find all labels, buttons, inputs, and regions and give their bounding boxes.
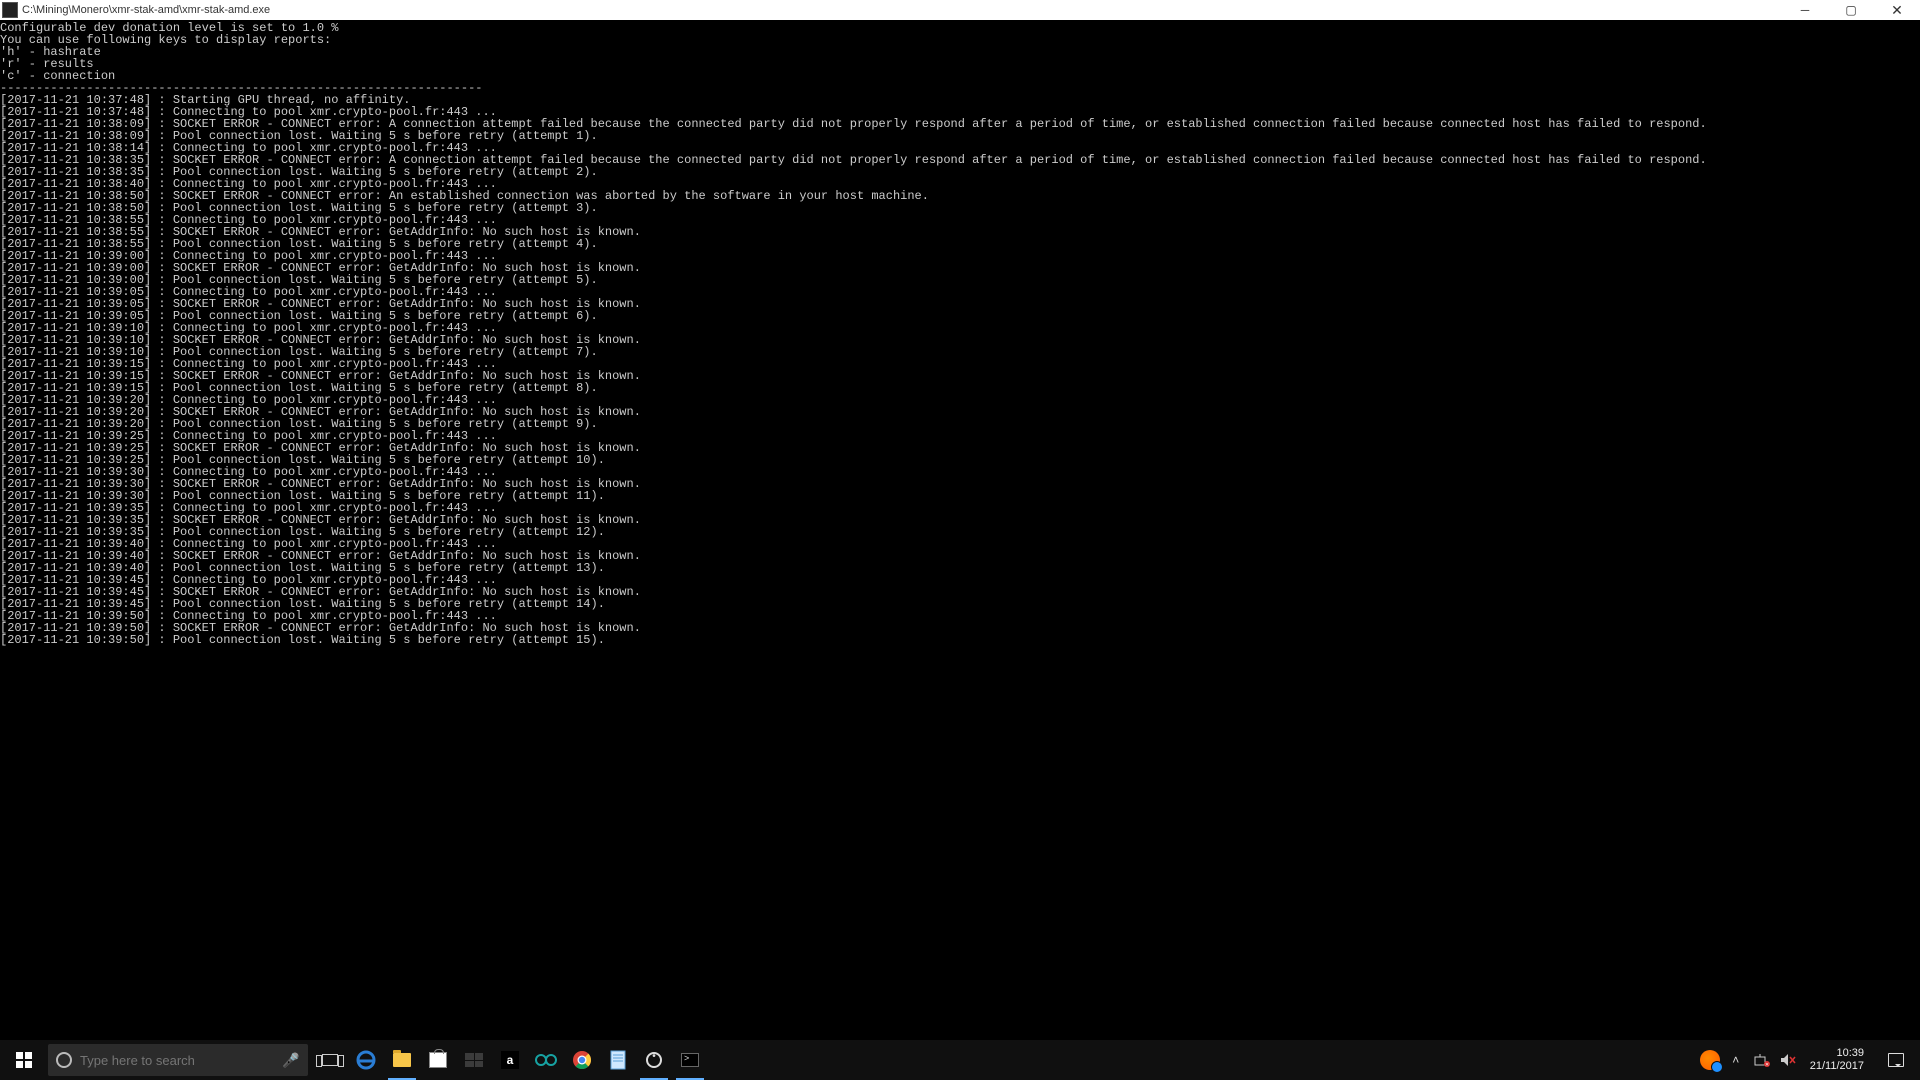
command-prompt-icon: [681, 1053, 699, 1067]
amazon-icon: a: [501, 1051, 519, 1069]
avast-icon: [1700, 1050, 1720, 1070]
taskbar-file-explorer[interactable]: [384, 1040, 420, 1080]
action-center-button[interactable]: [1876, 1040, 1916, 1080]
dropbox-icon: [465, 1053, 483, 1067]
taskbar-notepad[interactable]: [600, 1040, 636, 1080]
microphone-icon[interactable]: 🎤: [274, 1052, 308, 1069]
start-button[interactable]: [0, 1040, 48, 1080]
clock-date: 21/11/2017: [1810, 1060, 1864, 1073]
taskbar-chrome[interactable]: [564, 1040, 600, 1080]
taskbar-microsoft-store[interactable]: [420, 1040, 456, 1080]
network-error-icon: ✕: [1754, 1053, 1770, 1067]
tray-network[interactable]: ✕: [1752, 1040, 1772, 1080]
window-titlebar[interactable]: C:\Mining\Monero\xmr-stak-amd\xmr-stak-a…: [0, 0, 1920, 20]
task-view-icon: [322, 1054, 338, 1066]
chrome-icon: [572, 1050, 592, 1070]
taskbar-command-prompt[interactable]: [672, 1040, 708, 1080]
taskbar-task-view[interactable]: [312, 1040, 348, 1080]
search-input[interactable]: [80, 1053, 274, 1068]
volume-mute-icon: [1780, 1053, 1796, 1067]
console-output[interactable]: Configurable dev donation level is set t…: [0, 20, 1920, 1040]
minimize-button[interactable]: ─: [1782, 0, 1828, 20]
taskbar: 🎤 a ˄ ✕ 10:39 21/11/2017: [0, 1040, 1920, 1080]
chevron-up-icon: ˄: [1732, 1053, 1739, 1067]
gear-icon: [646, 1052, 662, 1068]
notepad-icon: [609, 1050, 627, 1070]
taskbar-arduino[interactable]: [528, 1040, 564, 1080]
taskbar-clock[interactable]: 10:39 21/11/2017: [1804, 1047, 1870, 1073]
taskbar-settings[interactable]: [636, 1040, 672, 1080]
close-button[interactable]: ✕: [1874, 0, 1920, 20]
search-box[interactable]: 🎤: [48, 1044, 308, 1076]
arduino-icon: [535, 1054, 557, 1066]
clock-time: 10:39: [1810, 1047, 1864, 1060]
app-icon: [2, 2, 18, 18]
window-title: C:\Mining\Monero\xmr-stak-amd\xmr-stak-a…: [22, 4, 1782, 16]
console-line: [2017-11-21 10:39:50] : Pool connection …: [0, 634, 1920, 646]
maximize-button[interactable]: ▢: [1828, 0, 1874, 20]
console-line: 'h' - hashrate: [0, 46, 1920, 58]
svg-text:✕: ✕: [1765, 1062, 1769, 1067]
edge-icon: [356, 1050, 376, 1070]
store-icon: [429, 1052, 447, 1068]
tray-show-hidden[interactable]: ˄: [1726, 1040, 1746, 1080]
folder-icon: [393, 1053, 411, 1067]
tray-avast[interactable]: [1700, 1040, 1720, 1080]
taskbar-edge[interactable]: [348, 1040, 384, 1080]
cortana-icon[interactable]: [48, 1052, 80, 1068]
console-line: 'r' - results: [0, 58, 1920, 70]
taskbar-dropbox[interactable]: [456, 1040, 492, 1080]
tray-volume[interactable]: [1778, 1040, 1798, 1080]
windows-logo-icon: [16, 1052, 32, 1068]
console-line: You can use following keys to display re…: [0, 34, 1920, 46]
taskbar-amazon[interactable]: a: [492, 1040, 528, 1080]
system-tray: ˄ ✕ 10:39 21/11/2017: [1696, 1040, 1920, 1080]
action-center-icon: [1888, 1053, 1904, 1067]
